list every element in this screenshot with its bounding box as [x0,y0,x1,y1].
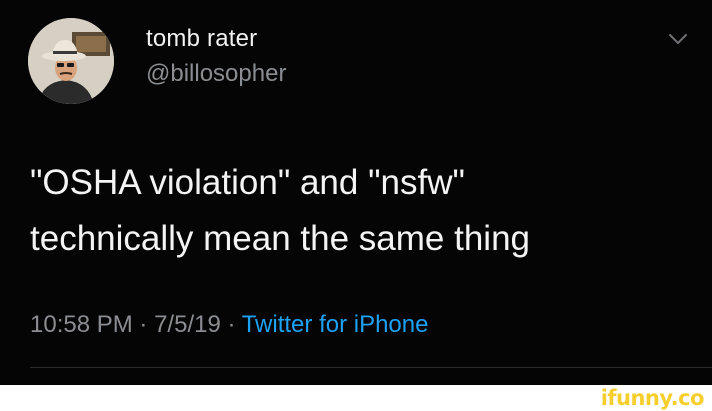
divider [30,367,712,368]
display-name[interactable]: tomb rater [146,25,257,53]
meta-separator: · [139,311,148,338]
ifunny-watermark: ifunny.co [600,386,705,410]
tweet-card: tomb rater @billosopher "OSHA violation"… [0,0,712,385]
tweet-meta: 10:58 PM · 7/5/19 · Twitter for iPhone [30,311,428,339]
avatar[interactable] [28,18,114,104]
chevron-down-icon[interactable] [668,32,688,46]
tweet-time[interactable]: 10:58 PM [30,311,133,338]
tweet-text-line: technically mean the same thing [30,219,530,258]
watermark-bar: ifunny.co [0,385,712,411]
tweet-text: "OSHA violation" and "nsfw" technically … [30,155,680,267]
tweet-date[interactable]: 7/5/19 [154,311,221,338]
meta-separator: · [227,311,236,338]
tweet-source-link[interactable]: Twitter for iPhone [242,311,429,338]
avatar-image [28,18,114,104]
user-handle[interactable]: @billosopher [146,60,286,88]
tweet-text-line: "OSHA violation" and "nsfw" [30,163,465,202]
